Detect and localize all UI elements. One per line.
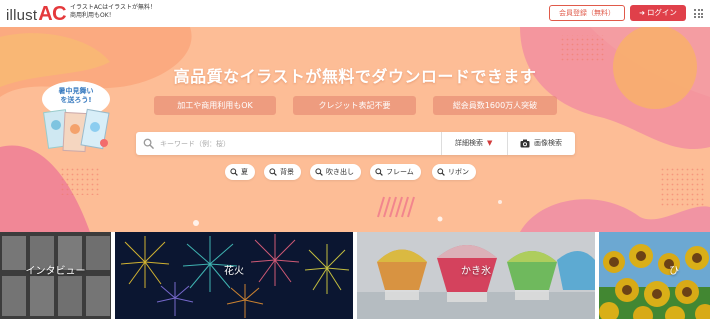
search-icon bbox=[437, 168, 445, 176]
category-card-fireworks[interactable]: 花火 bbox=[115, 232, 353, 319]
search-bar: 詳細検索 ▼ 画像検索 bbox=[136, 132, 575, 155]
tag-chip-label: フレーム bbox=[386, 168, 414, 176]
site-header: illust AC イラストACはイラストが無料！ 商用利用もOK！ 会員登録（… bbox=[0, 0, 710, 27]
tag-chip-label: 背景 bbox=[280, 168, 294, 176]
login-label: ログイン bbox=[646, 8, 677, 17]
tag-chip-label: 吹き出し bbox=[326, 168, 354, 176]
logo-text-illust: illust bbox=[6, 7, 38, 24]
tag-chip-label: 夏 bbox=[241, 168, 248, 176]
site-tagline: イラストACはイラストが無料！ 商用利用もOK！ bbox=[70, 4, 156, 20]
category-label: かき氷 bbox=[461, 266, 491, 277]
search-input[interactable] bbox=[160, 134, 440, 153]
app-menu-grid-icon[interactable] bbox=[694, 9, 703, 18]
tag-chip-background[interactable]: 背景 bbox=[264, 164, 301, 180]
login-button[interactable]: ➜ ログイン bbox=[630, 5, 686, 21]
tagline-line-2: 商用利用もOK！ bbox=[70, 12, 115, 19]
login-icon: ➜ bbox=[639, 9, 645, 17]
tagline-line-1: イラストACはイラストが無料！ bbox=[70, 4, 156, 11]
search-icon[interactable] bbox=[143, 138, 154, 149]
category-card-sunflower[interactable]: ひ bbox=[599, 232, 710, 319]
category-label: インタビュー bbox=[25, 266, 86, 277]
category-label: 花火 bbox=[224, 266, 244, 277]
site-logo[interactable]: illust AC bbox=[6, 3, 67, 25]
image-search-button[interactable]: 画像検索 bbox=[507, 132, 575, 155]
tag-chip-summer[interactable]: 夏 bbox=[225, 164, 255, 180]
campaign-line-2: を送ろう! bbox=[60, 96, 92, 104]
feature-pill-members: 総会員数1600万人突破 bbox=[433, 96, 557, 115]
advanced-search-label: 詳細検索 bbox=[455, 139, 483, 147]
image-search-label: 画像検索 bbox=[534, 139, 562, 147]
category-card-shaved-ice[interactable]: かき氷 bbox=[357, 232, 595, 319]
search-icon bbox=[315, 168, 323, 176]
search-icon bbox=[375, 168, 383, 176]
summer-greeting-campaign-banner[interactable]: 暑中見舞い を送ろう! bbox=[38, 77, 118, 161]
search-icon bbox=[269, 168, 277, 176]
campaign-line-1: 暑中見舞い bbox=[58, 87, 94, 95]
tag-chip-frame[interactable]: フレーム bbox=[370, 164, 421, 180]
tag-chip-ribbon[interactable]: リボン bbox=[432, 164, 476, 180]
camera-icon bbox=[520, 139, 530, 148]
tag-chip-label: リボン bbox=[448, 168, 469, 176]
search-icon bbox=[230, 168, 238, 176]
category-card-interview[interactable]: インタビュー bbox=[0, 232, 111, 319]
tag-chip-speech-bubble[interactable]: 吹き出し bbox=[310, 164, 361, 180]
hero-banner: 高品質なイラストが無料でダウンロードできます 加工や商用利用もOK クレジット表… bbox=[0, 27, 710, 232]
logo-text-ac: AC bbox=[38, 3, 67, 25]
category-label: ひ bbox=[669, 266, 679, 277]
feature-pill-no-credit: クレジット表記不要 bbox=[293, 96, 416, 115]
triangle-down-icon: ▼ bbox=[487, 139, 493, 147]
feature-pill-commercial: 加工や商用利用もOK bbox=[154, 96, 276, 115]
advanced-search-toggle[interactable]: 詳細検索 ▼ bbox=[441, 132, 507, 155]
category-carousel: インタビュー 花火 かき氷 ひ bbox=[0, 232, 710, 319]
register-button[interactable]: 会員登録（無料） bbox=[549, 5, 625, 21]
